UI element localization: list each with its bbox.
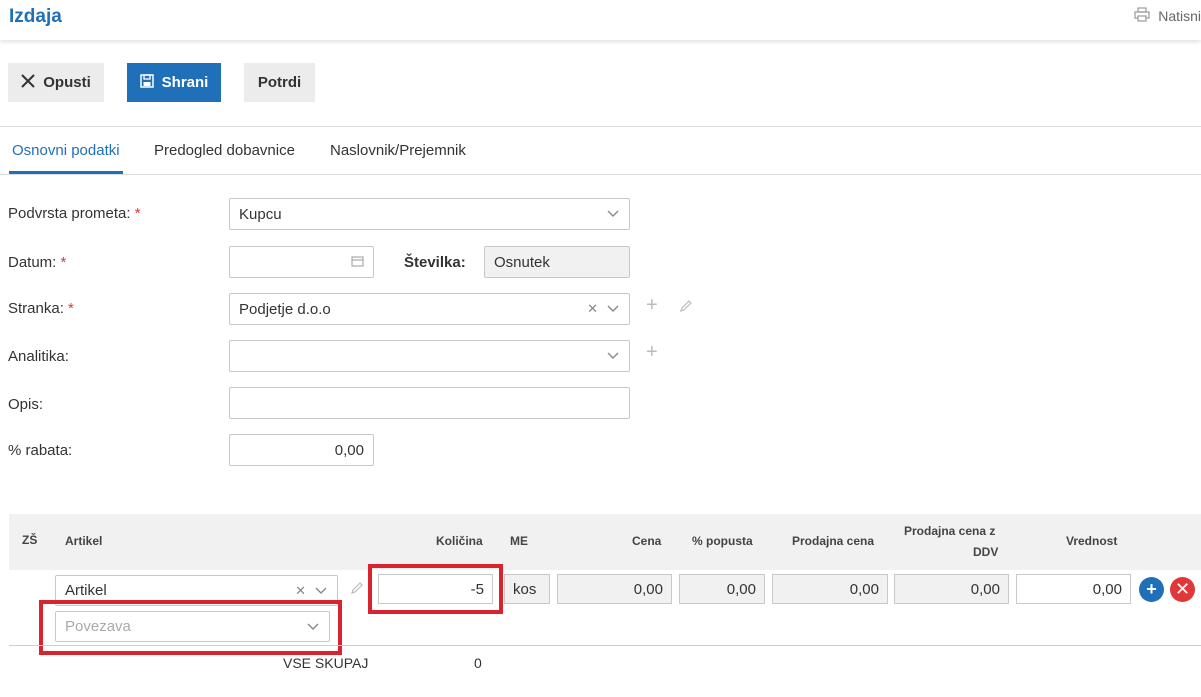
price-field: 0,00: [557, 574, 672, 604]
add-customer-icon[interactable]: +: [646, 294, 658, 317]
add-analytics-icon[interactable]: +: [646, 341, 658, 364]
chevron-down-icon: [306, 620, 320, 634]
analytics-label: Analitika:: [8, 348, 69, 365]
total-label: VSE SKUPAJ: [283, 655, 369, 671]
col-discount-pct: % popusta: [692, 534, 753, 548]
chevron-down-icon: [606, 207, 620, 221]
clear-icon[interactable]: ✕: [587, 301, 598, 317]
customer-select[interactable]: Podjetje d.o.o ✕: [229, 293, 630, 325]
printer-icon: [1134, 7, 1150, 25]
calendar-icon[interactable]: [351, 254, 364, 271]
description-input[interactable]: [229, 387, 630, 419]
close-icon: [21, 73, 35, 92]
discount-pct-field: 0,00: [679, 574, 765, 604]
total-quantity: 0: [474, 655, 482, 671]
chevron-down-icon: [606, 349, 620, 363]
col-sale-price-vat-line1: Prodajna cena z: [904, 524, 996, 538]
cancel-button[interactable]: Opusti: [8, 63, 104, 102]
subtype-select[interactable]: Kupcu: [229, 198, 630, 230]
analytics-select[interactable]: [229, 340, 630, 372]
col-sale-price: Prodajna cena: [792, 534, 875, 548]
col-price: Cena: [632, 534, 662, 548]
tab-recipient[interactable]: Naslovnik/Prejemnik: [330, 142, 466, 159]
edit-article-icon[interactable]: [350, 581, 364, 599]
subtype-value: Kupcu: [239, 205, 282, 223]
print-label: Natisni: [1158, 8, 1201, 24]
link-placeholder: Povezava: [65, 618, 131, 635]
cancel-button-label: Opusti: [43, 74, 91, 91]
customer-label: Stranka: *: [8, 300, 74, 317]
tab-basic-data[interactable]: Osnovni podatki: [12, 142, 120, 159]
col-quantity: Količina: [436, 534, 483, 548]
chevron-down-icon: [314, 584, 328, 598]
add-row-icon[interactable]: +: [1139, 577, 1164, 602]
col-value: Vrednost: [1066, 534, 1118, 548]
tab-delivery-preview[interactable]: Predogled dobavnice: [154, 142, 295, 159]
col-unit: ME: [510, 534, 528, 548]
print-button[interactable]: Natisni: [1134, 7, 1201, 25]
edit-customer-icon[interactable]: [679, 299, 693, 317]
unit-value: kos: [513, 580, 537, 598]
chevron-down-icon: [606, 302, 620, 316]
page-title: Izdaja: [9, 6, 62, 27]
date-label: Datum: *: [8, 254, 67, 271]
save-button[interactable]: Shrani: [127, 63, 221, 102]
clear-icon[interactable]: ✕: [295, 583, 306, 599]
sale-price-vat-field: 0,00: [894, 574, 1009, 604]
col-sale-price-vat-line2: DDV: [973, 545, 999, 559]
subtype-label: Podvrsta prometa: *: [8, 205, 141, 222]
sale-price-field: 0,00: [772, 574, 888, 604]
description-label: Opis:: [8, 396, 44, 413]
number-label: Številka:: [404, 254, 466, 271]
discount-input[interactable]: 0,00: [229, 434, 374, 466]
quantity-value: -5: [470, 580, 484, 598]
quantity-input[interactable]: -5: [378, 574, 493, 604]
col-article: Artikel: [65, 534, 103, 548]
article-value: Artikel: [65, 582, 107, 599]
delete-row-icon[interactable]: ✕: [1170, 577, 1195, 602]
toolbar-divider: [0, 126, 1201, 127]
date-input[interactable]: [229, 246, 374, 278]
number-field: Osnutek: [484, 246, 630, 278]
discount-value: 0,00: [334, 441, 364, 459]
link-select[interactable]: Povezava: [55, 611, 330, 642]
unit-field: kos: [504, 574, 550, 604]
col-zs: ZŠ: [22, 533, 38, 547]
confirm-button[interactable]: Potrdi: [244, 63, 315, 102]
page-header: [0, 0, 1201, 40]
tabs-divider: [0, 174, 1201, 175]
save-button-label: Shrani: [161, 74, 209, 91]
number-value: Osnutek: [494, 253, 550, 271]
items-table-header: [9, 514, 1201, 570]
discount-label: % rabata:: [8, 442, 73, 459]
table-footer-divider: [9, 645, 1201, 646]
value-input[interactable]: 0,00: [1016, 574, 1131, 604]
customer-value: Podjetje d.o.o: [239, 300, 331, 318]
save-icon: [139, 73, 154, 92]
